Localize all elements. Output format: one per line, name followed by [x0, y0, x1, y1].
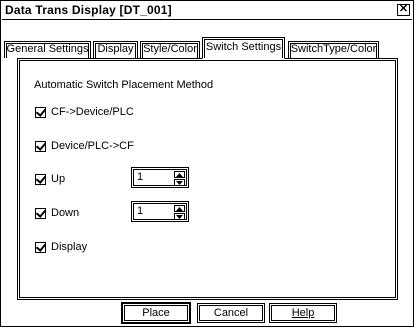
display-label: Display [51, 241, 88, 253]
place-button[interactable]: Place [121, 302, 191, 324]
section-label: Automatic Switch Placement Method [34, 79, 214, 91]
arrow-down-icon [176, 181, 183, 185]
up-spin-increment-button[interactable] [174, 171, 185, 178]
up-checkbox[interactable] [35, 173, 46, 185]
title-bar[interactable]: Data Trans Display [DT_001] ✕ [2, 2, 412, 20]
switch-settings-panel: Automatic Switch Placement Method CF->De… [17, 58, 398, 300]
down-checkbox[interactable] [35, 207, 46, 219]
arrow-down-icon [176, 215, 183, 219]
option-cf-to-device[interactable]: CF->Device/PLC [35, 105, 134, 119]
display-checkbox[interactable] [35, 241, 46, 253]
tab-style-color[interactable]: Style/Color [140, 41, 200, 58]
down-spinner[interactable]: 1 [131, 201, 189, 222]
window-title: Data Trans Display [DT_001] [5, 3, 172, 17]
tab-general-settings[interactable]: General Settings [4, 41, 91, 58]
cf-to-device-checkbox[interactable] [35, 106, 46, 118]
dialog-window: Data Trans Display [DT_001] ✕ General Se… [0, 0, 414, 327]
up-spin-decrement-button[interactable] [174, 179, 185, 186]
arrow-up-icon [176, 173, 183, 177]
up-label: Up [51, 173, 66, 185]
up-spinner[interactable]: 1 [131, 167, 189, 188]
option-display[interactable]: Display [35, 240, 87, 254]
tab-switch-settings[interactable]: Switch Settings [202, 37, 285, 59]
device-to-cf-label: Device/PLC->CF [51, 140, 134, 152]
tab-display[interactable]: Display [93, 41, 138, 58]
cancel-button[interactable]: Cancel [197, 303, 265, 323]
down-spin-decrement-button[interactable] [174, 213, 185, 220]
cf-to-device-label: CF->Device/PLC [51, 106, 134, 118]
help-button[interactable]: Help [269, 303, 337, 323]
option-down[interactable]: Down [35, 206, 79, 220]
close-icon: ✕ [398, 3, 409, 15]
down-value[interactable]: 1 [137, 205, 143, 217]
close-button[interactable]: ✕ [397, 4, 410, 16]
option-up[interactable]: Up [35, 172, 65, 186]
device-to-cf-checkbox[interactable] [35, 140, 46, 152]
help-label: Help [291, 307, 315, 319]
arrow-up-icon [176, 207, 183, 211]
up-value[interactable]: 1 [137, 171, 143, 183]
down-spin-increment-button[interactable] [174, 205, 185, 212]
down-label: Down [51, 207, 80, 219]
tab-switchtype-color[interactable]: SwitchType/Color [288, 41, 379, 58]
option-device-to-cf[interactable]: Device/PLC->CF [35, 139, 134, 153]
